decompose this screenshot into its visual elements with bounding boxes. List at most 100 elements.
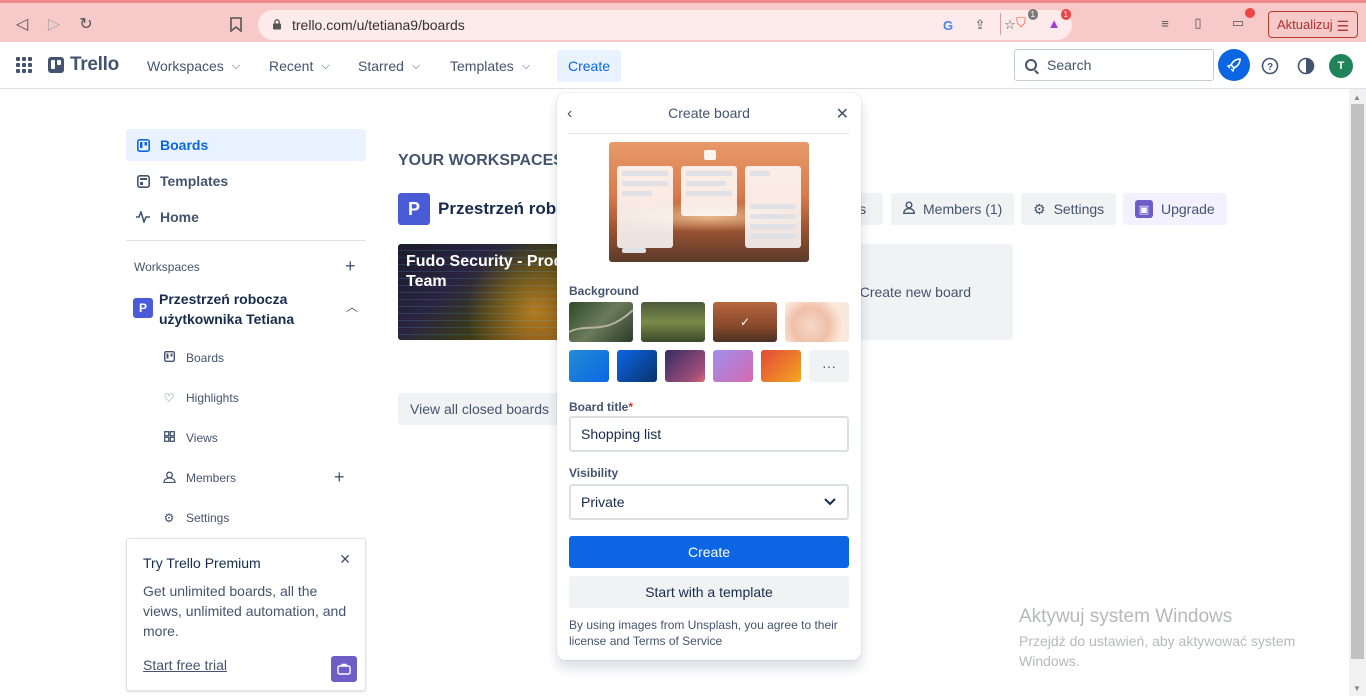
theme-icon[interactable]: [1291, 51, 1321, 81]
premium-title: Try Trello Premium: [143, 555, 261, 571]
scroll-down-icon[interactable]: ▼: [1353, 684, 1361, 693]
start-trial-link[interactable]: Start free trial: [143, 657, 227, 673]
trello-header: Trello Workspaces ⌵ Recent ⌵ Starred ⌵ Temp…: [0, 42, 1366, 89]
chevron-down-icon: [823, 494, 837, 511]
create-nav-button[interactable]: Create: [557, 50, 621, 82]
windows-watermark-title: Aktywuj system Windows: [1019, 606, 1233, 627]
windows-watermark-subtitle: Przejdź do ustawień, aby aktywować syste…: [1019, 633, 1296, 669]
heart-icon: ♡: [163, 391, 175, 405]
start-with-template-button[interactable]: Start with a template: [569, 576, 849, 608]
upgrade-button[interactable]: ▣ Upgrade: [1123, 193, 1227, 225]
chevron-down-icon: ⌵: [411, 59, 421, 72]
sidebar-item-home[interactable]: Home: [126, 201, 366, 233]
scroll-up-icon[interactable]: ▲: [1353, 93, 1361, 102]
workspace-item-settings[interactable]: ⚙ Settings: [162, 508, 230, 528]
sidebar-item-templates[interactable]: Templates: [126, 165, 366, 197]
trello-logo[interactable]: Trello: [48, 54, 119, 76]
sidebar-divider: [126, 240, 366, 241]
create-board-button[interactable]: Create: [569, 536, 849, 568]
update-button[interactable]: Aktualizuj ☰: [1268, 11, 1358, 38]
address-bar[interactable]: trello.com/u/tetiana9/boards G ⇪ ☆: [258, 10, 1072, 40]
board-tile-title: Fudo Security - Prod Team: [406, 253, 564, 290]
close-icon[interactable]: ✕: [339, 551, 351, 568]
bookmark-icon[interactable]: [223, 11, 249, 37]
background-color-blue[interactable]: [569, 350, 609, 382]
scrollbar-thumb[interactable]: [1351, 104, 1364, 659]
reload-icon[interactable]: ↻: [73, 11, 99, 37]
briefcase-icon: ▣: [1135, 200, 1153, 218]
premium-promo: Try Trello Premium ✕ Get unlimited board…: [126, 538, 366, 691]
board-icon: [162, 350, 176, 365]
workspace-badge: P: [398, 193, 430, 225]
workspace-item-boards[interactable]: Boards: [162, 348, 224, 368]
settings-button[interactable]: ⚙ Settings: [1021, 193, 1117, 225]
app-switcher-icon[interactable]: [16, 57, 32, 73]
visibility-label: Visibility: [569, 466, 619, 480]
background-color-purple[interactable]: [665, 350, 705, 382]
help-icon[interactable]: ?: [1255, 51, 1285, 81]
board-title-input[interactable]: Shopping list: [569, 416, 849, 452]
workspace-title: Przestrzeń robo: [438, 199, 567, 218]
google-icon[interactable]: G: [939, 16, 957, 34]
chevron-down-icon: ⌵: [231, 59, 241, 72]
nav-workspaces[interactable]: Workspaces ⌵: [139, 50, 248, 82]
background-color-dark-blue[interactable]: [617, 350, 657, 382]
preview-list: [745, 166, 801, 248]
trello-mark-icon: [48, 57, 64, 73]
pulse-icon: [136, 210, 150, 224]
template-icon: [136, 174, 150, 188]
workspace-item-views[interactable]: Views: [162, 428, 218, 448]
check-icon: ✓: [713, 302, 777, 342]
background-photo-abstract[interactable]: [785, 302, 849, 342]
background-photo-sunset[interactable]: ✓: [713, 302, 777, 342]
svg-text:?: ?: [1267, 62, 1273, 73]
rocket-icon[interactable]: [1218, 49, 1250, 81]
section-title: YOUR WORKSPACES: [398, 152, 564, 169]
members-icon: [162, 471, 176, 486]
background-color-violet[interactable]: [713, 350, 753, 382]
workspace-item-highlights[interactable]: ♡ Highlights: [162, 388, 239, 408]
background-color-orange[interactable]: [761, 350, 801, 382]
board-tile[interactable]: Fudo Security - Prod Team: [398, 244, 568, 340]
view-closed-boards-button[interactable]: View all closed boards: [398, 393, 568, 425]
wallet-icon[interactable]: ▭: [1227, 8, 1255, 34]
chevron-down-icon: ⌵: [321, 59, 330, 72]
nav-templates[interactable]: Templates ⌵: [442, 50, 538, 82]
brave-rewards-icon[interactable]: ▲ 1: [1043, 9, 1071, 34]
chevron-up-icon[interactable]: ︿: [346, 298, 358, 315]
add-member-icon[interactable]: +: [334, 467, 345, 488]
briefcase-icon: [331, 656, 357, 682]
nav-recent[interactable]: Recent ⌵: [261, 50, 338, 82]
toolbar-divider: [1000, 13, 1001, 35]
grid-icon: [162, 431, 176, 445]
sidebar-icon[interactable]: ▯: [1187, 12, 1209, 34]
visibility-select[interactable]: Private: [569, 484, 849, 520]
add-workspace-icon[interactable]: +: [345, 256, 356, 277]
background-photo-forest[interactable]: [568, 302, 634, 342]
share-icon[interactable]: ⇪: [971, 16, 989, 34]
workspace-name[interactable]: Przestrzeń robocza użytkownika Tetiana: [159, 289, 329, 329]
back-icon[interactable]: ◁: [9, 11, 35, 37]
board-preview: [609, 142, 809, 262]
members-button[interactable]: Members (1): [891, 193, 1015, 225]
more-backgrounds-button[interactable]: ···: [809, 350, 849, 382]
unsplash-legal-text: By using images from Unsplash, you agree…: [569, 618, 838, 648]
board-title-label: Board title*: [569, 400, 634, 414]
search-input[interactable]: Search: [1014, 49, 1214, 81]
workspace-item-members[interactable]: Members: [162, 468, 236, 488]
create-new-board-tile[interactable]: Create new board: [843, 244, 1013, 340]
preview-list: [681, 166, 737, 216]
close-icon[interactable]: ✕: [836, 104, 849, 124]
sidebar-item-boards[interactable]: Boards: [126, 129, 366, 161]
brave-shield-icon[interactable]: ⛉ 1: [1010, 9, 1038, 34]
lock-icon: [273, 19, 281, 30]
background-photo-valley[interactable]: [641, 302, 705, 342]
workspace-badge: P: [133, 298, 153, 318]
avatar[interactable]: T: [1329, 54, 1353, 78]
forward-icon[interactable]: ▷: [41, 11, 67, 37]
url-text: trello.com/u/tetiana9/boards: [292, 17, 465, 33]
popover-title: Create board: [668, 105, 750, 121]
background-label: Background: [569, 284, 640, 298]
media-icon[interactable]: ≡: [1154, 12, 1176, 34]
nav-starred[interactable]: Starred ⌵: [350, 50, 428, 82]
